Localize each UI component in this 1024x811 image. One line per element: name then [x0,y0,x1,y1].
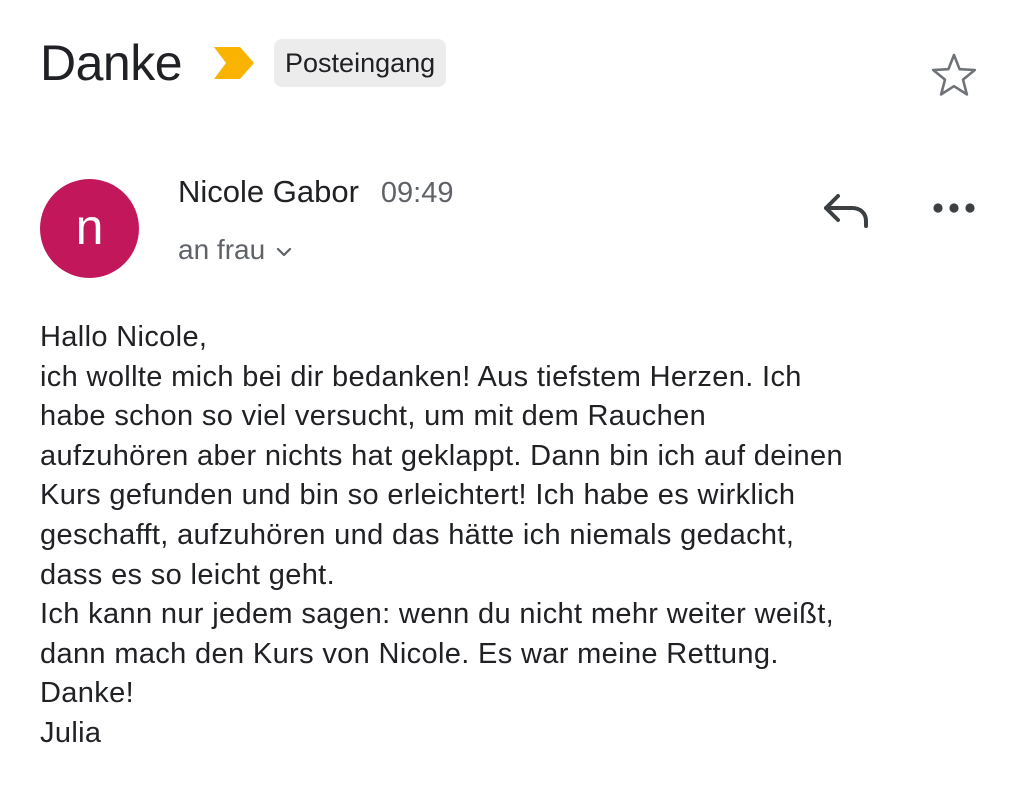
body-line: geschafft, aufzuhören und das hätte ich … [40,518,795,551]
importance-marker-icon[interactable] [212,45,256,81]
subject-header: Danke Posteingang [40,28,447,98]
body-line: habe schon so viel versucht, um mit dem … [40,400,707,433]
email-body: Hallo Nicole, ich wollte mich bei dir be… [40,318,1000,754]
more-options-icon[interactable] [930,196,978,220]
body-line: Ich kann nur jedem sagen: wenn du nicht … [40,598,835,631]
label-chip-inbox[interactable]: Posteingang [274,38,447,88]
body-line: ich wollte mich bei dir bedanken! Aus ti… [40,360,802,393]
reply-icon[interactable] [820,188,872,232]
email-time: 09:49 [380,177,454,209]
body-line: Hallo Nicole, [40,321,208,353]
body-line: Danke! [40,677,134,710]
sender-avatar[interactable]: n [40,179,139,278]
star-icon[interactable] [928,51,980,101]
body-line: dass es so leicht geht. [40,558,335,591]
avatar-initial: n [75,198,104,255]
sender-info: Nicole Gabor 09:49 [178,174,454,210]
body-line: dann mach den Kurs von Nicole. Es war me… [40,637,779,670]
body-line: Julia [40,716,102,749]
recipient-label: an frau [178,234,266,265]
body-line: aufzuhören aber nichts hat geklappt. Dan… [40,439,843,472]
body-line: Kurs gefunden und bin so erleichtert! Ic… [40,479,796,512]
recipient-details-toggle[interactable]: an frau [178,234,293,266]
chevron-down-icon [277,247,292,257]
sender-name[interactable]: Nicole Gabor [178,174,359,210]
email-subject: Danke [40,35,183,91]
